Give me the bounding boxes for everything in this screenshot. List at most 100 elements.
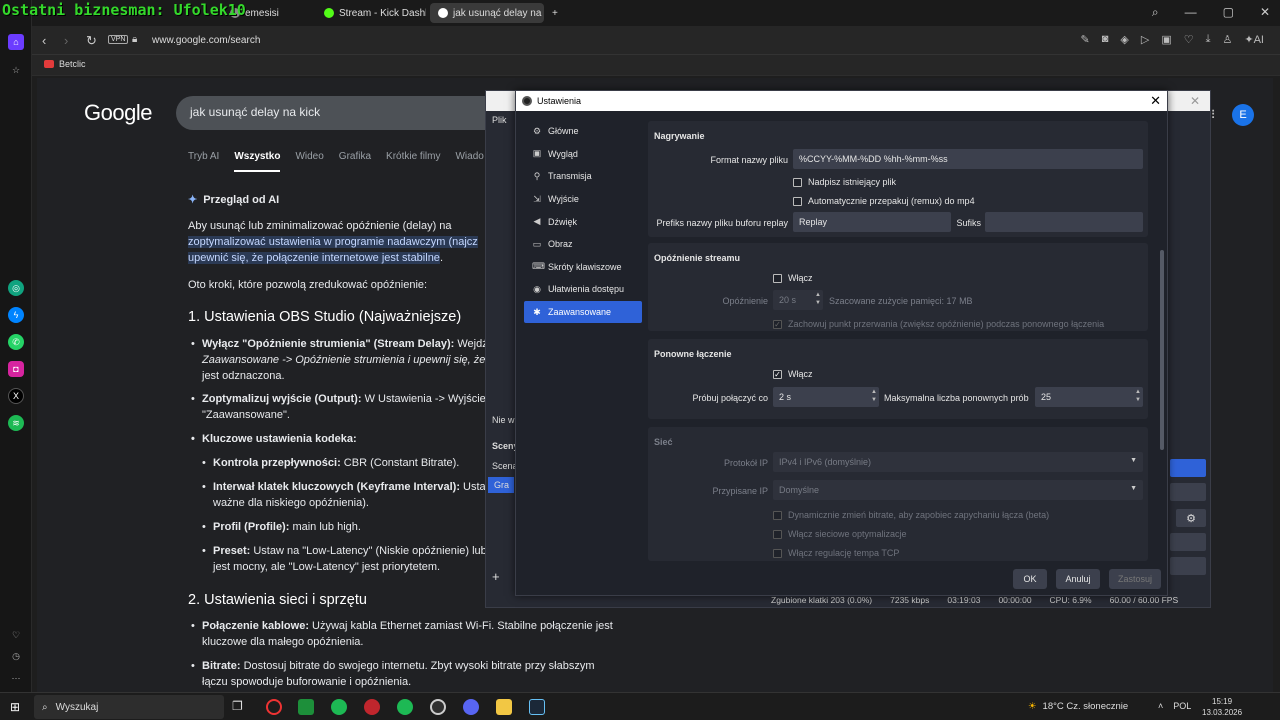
obs-control-button[interactable] (1170, 557, 1206, 575)
nav-output[interactable]: ⇲ Wyjście (524, 188, 642, 211)
maximize-icon[interactable]: ▢ (1223, 5, 1234, 20)
nav-accessibility[interactable]: ◉ Ułatwienia dostępu (524, 278, 642, 301)
x-icon[interactable]: X (8, 388, 24, 404)
nav-appearance[interactable]: ▣ Wygląd (524, 143, 642, 166)
windows-start-icon[interactable]: ⊞ (10, 700, 20, 714)
wallet-icon[interactable]: ▣ (1161, 33, 1171, 46)
forward-icon[interactable]: › (64, 33, 68, 48)
avatar[interactable]: E (1232, 104, 1254, 126)
google-logo[interactable]: Google (84, 100, 152, 126)
ip-family-select[interactable]: IPv4 i IPv6 (domyślnie) ▼ (773, 452, 1143, 472)
edit-icon[interactable]: ✎ (1081, 33, 1090, 46)
opera-gx-icon[interactable] (364, 699, 380, 715)
new-tab-button[interactable]: + (548, 3, 562, 23)
discord-icon[interactable] (463, 699, 479, 715)
play-icon[interactable]: ▷ (1141, 33, 1149, 46)
search-icon[interactable]: ⌕ (1152, 5, 1159, 20)
lock-icon[interactable]: 🔒︎ (132, 34, 137, 45)
obs-control-button[interactable] (1170, 483, 1206, 501)
tab-ai-mode[interactable]: Tryb AI (188, 151, 219, 172)
cube-icon[interactable]: ◈ (1120, 33, 1128, 46)
preserve-cutoff-checkbox[interactable]: ✓ Zachowuj punkt przerwania (zwiększ opóź… (773, 319, 1104, 329)
network-optimizations-checkbox[interactable]: Włącz sieciowe optymalizacje (773, 529, 907, 539)
suffix-input[interactable] (985, 212, 1143, 232)
nav-video[interactable]: ▭ Obraz (524, 233, 642, 256)
tab-video[interactable]: Wideo (295, 151, 323, 172)
download-icon[interactable]: ⤓ (1206, 33, 1211, 46)
settings-scrollbar[interactable] (1159, 125, 1165, 555)
messenger-icon[interactable]: ϟ (8, 307, 24, 323)
ok-button[interactable]: OK (1013, 569, 1047, 589)
obs-scene-item[interactable]: Scena (492, 461, 518, 471)
remux-checkbox[interactable]: Automatycznie przepakuj (remux) do mp4 (793, 196, 975, 206)
nav-advanced[interactable]: ✱ Zaawansowane (524, 300, 642, 324)
vpn-badge[interactable]: VPN (108, 35, 129, 44)
nav-stream[interactable]: ⚲ Transmisja (524, 165, 642, 188)
bind-ip-select[interactable]: Domyślne ▼ (773, 480, 1143, 500)
retry-delay-spinbox[interactable]: 2 s ▲ ▼ (773, 387, 879, 407)
taskbar-search[interactable]: ⌕ Wyszukaj (34, 695, 224, 719)
heart-icon[interactable]: ♡ (8, 627, 24, 643)
spin-arrows-icon[interactable]: ▲ ▼ (815, 291, 821, 307)
reload-icon[interactable]: ↻ (86, 33, 97, 49)
tab-images[interactable]: Grafika (339, 151, 371, 172)
overwrite-checkbox[interactable]: Nadpisz istniejący plik (793, 177, 896, 187)
weather-widget[interactable]: ☀ 18°C Cz. słonecznie (1028, 701, 1128, 712)
apply-button[interactable]: Zastosuj (1109, 569, 1161, 589)
bookmark-betclic[interactable]: Betclic (44, 59, 86, 69)
obs-menu-file[interactable]: Plik (492, 115, 507, 125)
delay-spinbox[interactable]: 20 s ▲ ▼ (773, 290, 823, 310)
file-explorer-icon[interactable] (496, 699, 512, 715)
nav-general[interactable]: ⚙ Główne (524, 120, 642, 143)
stream-delay-enable-checkbox[interactable]: Włącz (773, 273, 813, 283)
obs-icon[interactable] (430, 699, 446, 715)
heart-icon[interactable]: ♡ (1184, 33, 1194, 46)
instagram-icon[interactable]: ◘ (8, 361, 24, 377)
close-icon[interactable]: ✕ (1150, 93, 1161, 109)
chevron-up-icon[interactable]: ˄ (1158, 701, 1163, 711)
settings-gear-icon[interactable]: ⚙ (1176, 509, 1206, 527)
language-indicator[interactable]: POL (1173, 701, 1191, 711)
whatsapp-icon[interactable]: ✆ (8, 334, 24, 350)
reconnect-enable-checkbox[interactable]: ✓ Włącz (773, 369, 813, 379)
spotify-icon[interactable] (397, 699, 413, 715)
filename-format-input[interactable]: %CCYY-%MM-%DD %hh-%mm-%ss (793, 149, 1143, 169)
camera-icon[interactable]: ◙ (1102, 33, 1109, 46)
star-icon[interactable]: ☆ (8, 62, 24, 78)
aria-ai-button[interactable]: ✦AI (1244, 33, 1264, 46)
replay-prefix-input[interactable]: Replay (793, 212, 951, 232)
home-icon[interactable]: ⌂ (8, 34, 24, 50)
cancel-button[interactable]: Anuluj (1056, 569, 1100, 589)
spin-arrows-icon[interactable]: ▲ ▼ (871, 388, 877, 404)
task-view-icon[interactable]: ❐ (232, 699, 248, 715)
tab-google-search[interactable]: jak usunąć delay na kick (430, 3, 544, 23)
spotify-icon[interactable]: ≋ (8, 415, 24, 431)
chatgpt-icon[interactable]: ◎ (8, 280, 24, 296)
tab-kick-dashboard[interactable]: Stream - Kick Dashboard (316, 3, 426, 23)
close-icon[interactable]: ✕ (1260, 5, 1270, 20)
spin-arrows-icon[interactable]: ▲ ▼ (1135, 388, 1141, 404)
add-scene-icon[interactable]: + (492, 569, 500, 584)
max-retries-spinbox[interactable]: 25 ▲ ▼ (1035, 387, 1143, 407)
spotify-icon[interactable] (331, 699, 347, 715)
nav-audio[interactable]: ◀ Dźwięk (524, 210, 642, 233)
tab-shorts[interactable]: Krótkie filmy (386, 151, 440, 172)
tab-all[interactable]: Wszystko (234, 151, 281, 172)
system-clock[interactable]: 15:19 13.03.2026 (1202, 696, 1242, 718)
dynamic-bitrate-checkbox[interactable]: Dynamicznie zmień bitrate, aby zapobiec … (773, 510, 1049, 520)
excel-icon[interactable] (298, 699, 314, 715)
minimize-icon[interactable]: — (1185, 5, 1197, 20)
obs-control-button[interactable] (1170, 459, 1206, 477)
nav-hotkeys[interactable]: ⌨ Skróty klawiszowe (524, 256, 642, 279)
account-icon[interactable]: ♙ (1223, 33, 1233, 46)
back-icon[interactable]: ‹ (42, 33, 46, 48)
history-icon[interactable]: ◷ (8, 648, 24, 664)
more-icon[interactable]: ⋯ (8, 670, 24, 686)
obs-control-button[interactable] (1170, 533, 1206, 551)
google-search-input[interactable]: jak usunąć delay na kick (176, 96, 506, 130)
url-field[interactable]: www.google.com/search (152, 35, 260, 46)
steam-icon[interactable] (529, 699, 545, 715)
opera-icon[interactable] (266, 699, 282, 715)
scroll-thumb[interactable] (1160, 250, 1164, 450)
close-icon[interactable]: ✕ (1190, 94, 1200, 108)
